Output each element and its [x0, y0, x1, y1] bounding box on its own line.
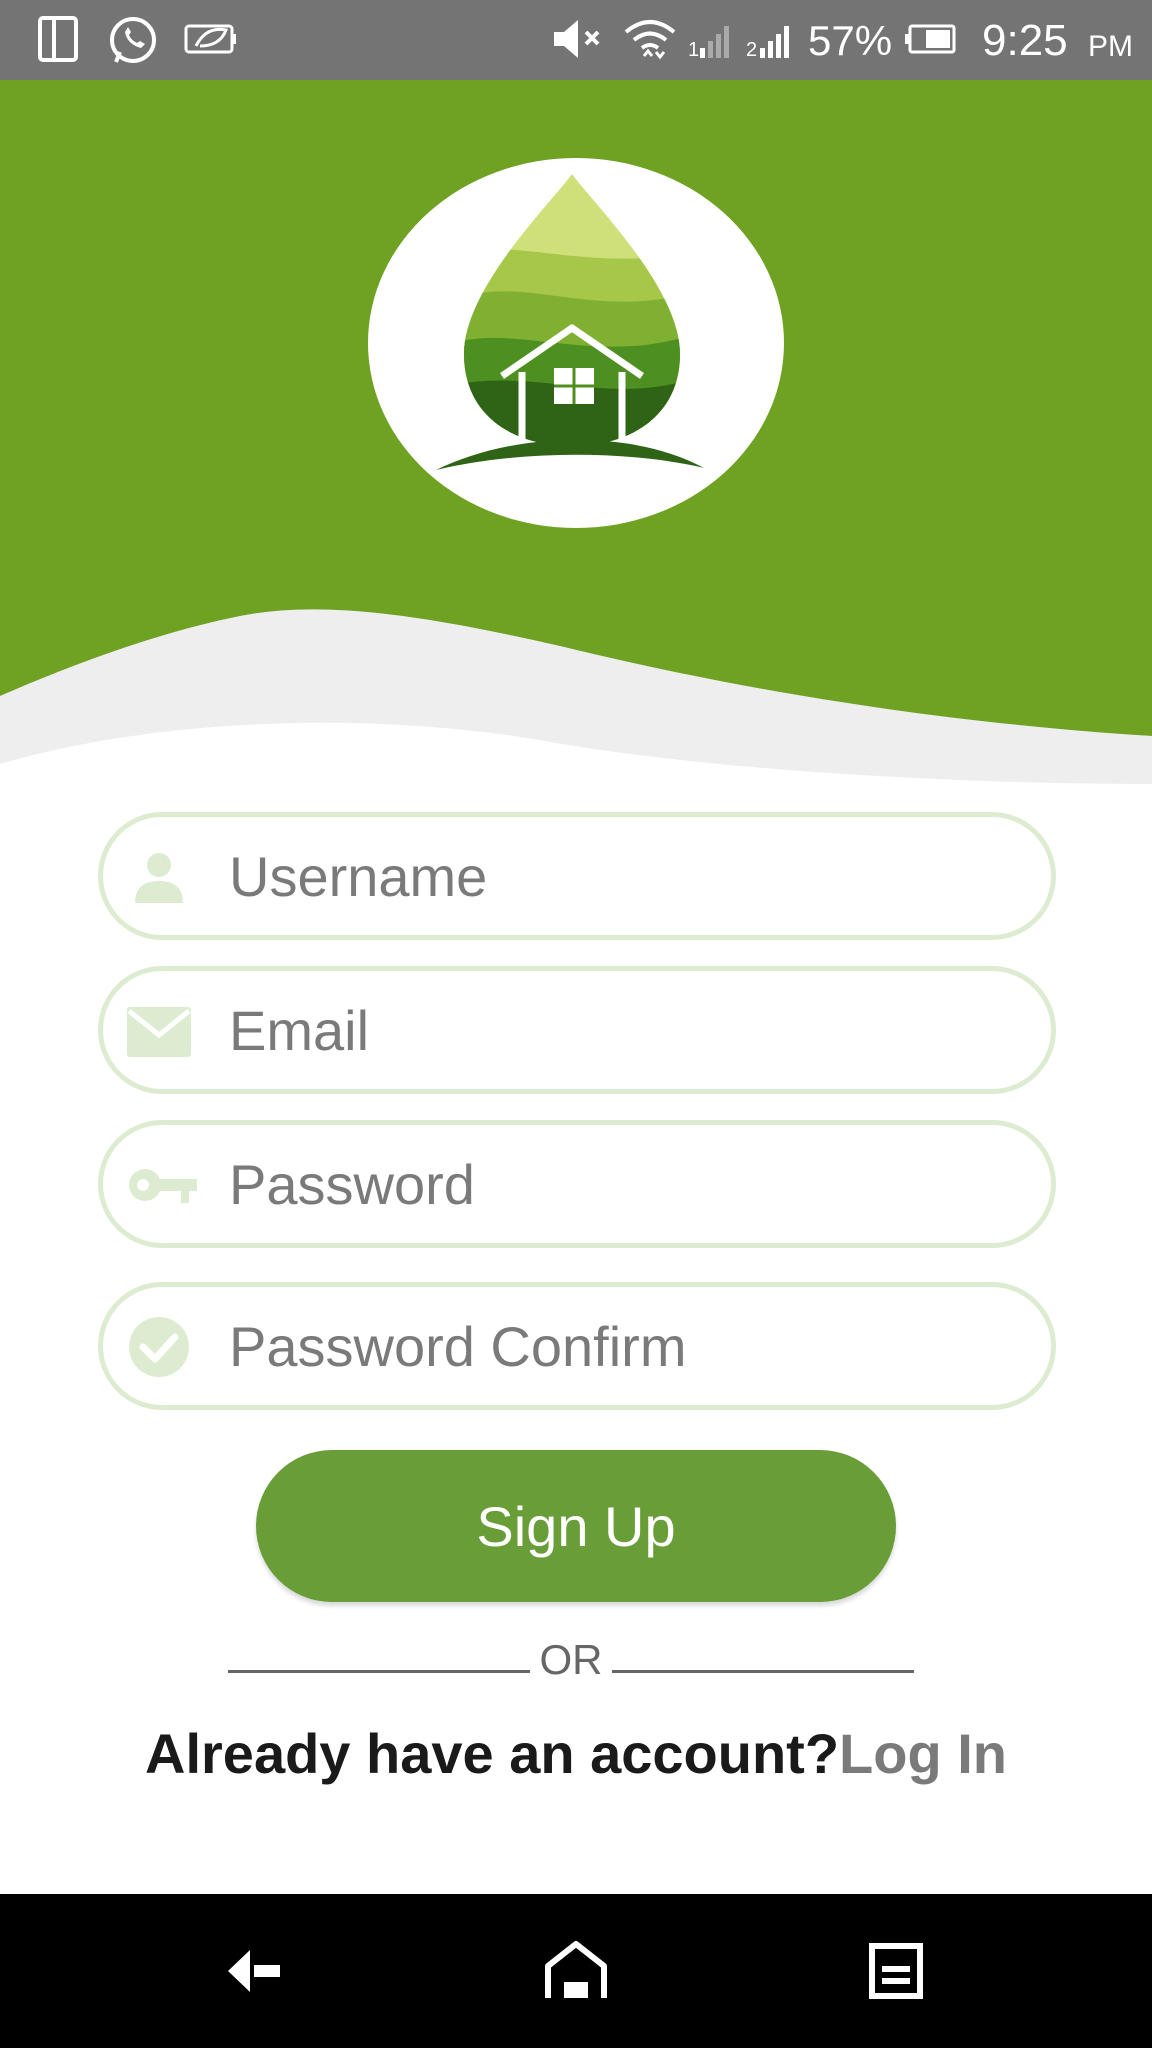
username-input[interactable] [229, 817, 1029, 935]
svg-text:1: 1 [688, 39, 699, 61]
app-logo [368, 158, 784, 528]
recent-apps-icon[interactable] [856, 1936, 936, 2006]
leaf-battery-icon [182, 14, 238, 69]
navigation-bar [0, 1894, 1152, 2048]
divider-line-right [612, 1670, 914, 1673]
or-divider: OR [228, 1630, 914, 1690]
password-confirm-field[interactable] [98, 1282, 1056, 1410]
battery-icon [902, 14, 958, 69]
signup-screen: 1 2 57% 9:25 PM Username Email Sign Up O… [0, 0, 1152, 2048]
password-confirm-input[interactable] [229, 1287, 1029, 1405]
signup-button[interactable]: Sign Up [256, 1450, 896, 1602]
signal-2-icon: 2 [746, 14, 796, 69]
login-prompt: Already have an account?Log In [0, 1718, 1152, 1790]
username-field[interactable] [98, 812, 1056, 940]
svg-text:2: 2 [746, 39, 757, 61]
back-icon[interactable] [216, 1936, 296, 2006]
or-label: OR [539, 1636, 603, 1683]
password-field[interactable] [98, 1120, 1056, 1248]
already-have-account-text: Already have an account? [145, 1722, 840, 1785]
envelope-icon [127, 1003, 191, 1059]
battery-percent: 57% [808, 17, 893, 64]
wifi-icon [622, 14, 678, 73]
login-link[interactable]: Log In [839, 1722, 1007, 1785]
email-field[interactable] [98, 966, 1056, 1094]
home-icon[interactable] [536, 1936, 616, 2006]
mute-icon [548, 14, 604, 69]
status-bar: 1 2 57% 9:25 PM [0, 0, 1152, 80]
signal-1-icon: 1 [688, 14, 734, 69]
key-icon [127, 1157, 197, 1213]
check-circle-icon [127, 1317, 191, 1377]
dual-screen-icon [36, 14, 80, 69]
user-icon [127, 849, 191, 905]
password-input[interactable] [229, 1125, 1029, 1243]
whatsapp-icon [106, 14, 160, 73]
email-input[interactable] [229, 971, 1029, 1089]
clock-time: 9:25 [982, 16, 1068, 65]
clock-ampm: PM [1088, 30, 1133, 63]
